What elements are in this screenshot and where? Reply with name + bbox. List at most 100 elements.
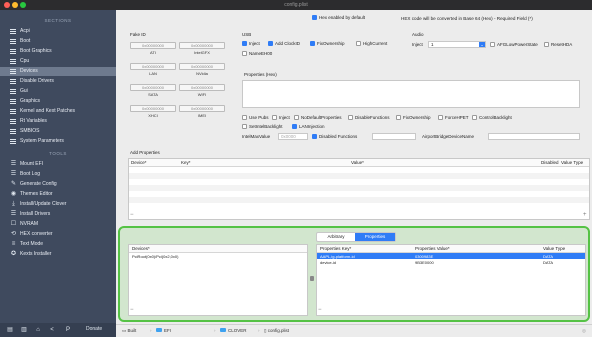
install-icon: ⤓ [12,201,15,207]
breadcrumb-clover[interactable]: CLOVER [220,328,247,333]
airport-bridge-input[interactable] [488,133,580,140]
document-icon[interactable]: ▥ [20,326,28,334]
tool-generate-config[interactable]: ✎ Generate Config [0,180,116,189]
list-icon [10,59,16,64]
sidebar-item-graphics[interactable]: Graphics [0,97,116,106]
column-key[interactable]: Key* [181,160,191,165]
usb-inject-checkbox[interactable]: Inject [242,40,260,47]
add-properties-table[interactable]: Device* Key* Value* Disabled Value Type … [128,158,590,220]
option-fix-ownership-checkbox[interactable]: FixOwnership [396,114,431,121]
option-control-backlight-checkbox[interactable]: ControlBacklight [472,114,512,121]
clipboard-icon[interactable]: ▤ [6,326,14,334]
column-properties-value[interactable]: Properties Value* [415,246,450,251]
checkbox-box [438,115,443,120]
column-disabled[interactable]: Disabled [541,160,559,165]
fake-id-nvidia-field[interactable]: 0x00000000 [179,63,225,70]
remove-device-button[interactable]: − [130,307,134,313]
devices-table[interactable]: Devices* PciRoot(0x0)/Pci(0x2,0x0) − [128,244,308,316]
sidebar-item-boot-graphics[interactable]: Boot Graphics [0,47,116,56]
info-icon[interactable]: ◎ [582,328,586,334]
tool-install-update-clover[interactable]: ⤓ Install/Update Clover [0,200,116,209]
fake-id-intelgfx-field[interactable]: 0x00000000 [179,42,225,49]
option-disable-functions-checkbox[interactable]: DisableFunctions [348,114,390,121]
sidebar-item-cpu[interactable]: Cpu [0,57,116,66]
property-type: DATA [543,259,554,265]
tool-boot-log[interactable]: ☰ Boot Log [0,170,116,179]
checkbox-box [242,41,247,46]
checkbox-box [312,15,317,20]
tool-text-mode[interactable]: ≡ Text Mode [0,240,116,249]
column-value-type[interactable]: Value Type [543,246,565,251]
usb-fix-ownership-checkbox[interactable]: FixOwnership [310,40,345,47]
usb-add-clockid-checkbox[interactable]: Add ClockID [268,40,300,47]
sidebar-item-smbios[interactable]: SMBIOS [0,127,116,136]
tab-arbitrary[interactable]: Arbitrary [317,233,355,241]
breadcrumb-config[interactable]: ▯ config.plist [264,328,289,334]
breadcrumb-root[interactable]: ▭ Built [122,328,136,334]
device-properties-table[interactable]: Properties Key* Properties Value* Value … [316,244,586,316]
fake-id-ati-field[interactable]: 0x00000000 [130,42,176,49]
sidebar-item-acpi[interactable]: Acpi [0,27,116,36]
paypal-icon[interactable]: P [64,326,72,334]
sidebar-item-disable-drivers[interactable]: Disable Drivers [0,77,116,86]
disabled-functions-input[interactable] [372,133,416,140]
tool-nvram[interactable]: ☐ NVRAM [0,220,116,229]
option-force-hpet-checkbox[interactable]: ForceHPET [438,114,469,121]
table-row[interactable]: device-id 9B3E0000 DATA [317,259,585,265]
properties-hex-textarea[interactable] [242,80,580,108]
option-no-default-properties-checkbox[interactable]: NoDefaultProperties [294,114,342,121]
tool-install-drivers[interactable]: ☰ Install Drivers [0,210,116,219]
option-inject-checkbox[interactable]: Inject [272,114,290,121]
option-use-pubs-checkbox[interactable]: Use Pubs [242,114,269,121]
option-set-intel-backlight-checkbox[interactable]: SetIntelBacklight [242,123,283,130]
home-icon[interactable]: ⌂ [34,326,42,334]
table-row[interactable] [129,185,589,191]
path-bar: ▭ Built › EFI › CLOVER › ▯ config.plist … [116,324,592,337]
column-properties-key[interactable]: Properties Key* [320,246,351,251]
tool-kexts-installer[interactable]: ✪ Kexts Installer [0,250,116,259]
breadcrumb-efi[interactable]: EFI [156,328,171,333]
tool-themes-editor[interactable]: ◉ Themes Editor [0,190,116,199]
share-icon[interactable]: < [48,326,56,334]
fake-id-xhci-label: XHCI [148,113,158,118]
window-title: config.plist [284,2,308,8]
column-value-type[interactable]: Value Type [561,160,583,165]
donate-link[interactable]: Donate [86,326,102,332]
add-row-button[interactable]: + [583,212,587,218]
tool-mount-efi[interactable]: ☰ Mount EFI [0,160,116,169]
remove-row-button[interactable]: − [130,212,134,218]
table-row[interactable]: PciRoot(0x0)/Pci(0x2,0x0) [129,253,307,259]
checkbox-box [242,51,247,56]
option-lan-injection-checkbox[interactable]: LANInjection [292,123,325,130]
checkbox-box [242,115,247,120]
audio-afg-low-power-checkbox[interactable]: AFGLowPowerState [490,41,538,48]
audio-inject-select[interactable]: 1 ⌄ [428,41,486,48]
disabled-functions-checkbox[interactable]: Disabled Functions [312,133,357,140]
sidebar-item-devices[interactable]: Devices [0,67,116,76]
table-row[interactable] [129,173,589,179]
usb-name-ehci-checkbox[interactable]: NameEH00 [242,50,272,57]
fake-id-wifi-field[interactable]: 0x00000000 [179,84,225,91]
fake-id-imei-field[interactable]: 0x00000000 [179,105,225,112]
sidebar-item-gui[interactable]: Gui [0,87,116,96]
table-row[interactable] [129,197,589,203]
splitter-handle[interactable] [310,276,314,281]
intel-max-value-input[interactable]: 0x0000 [278,133,308,140]
column-devices[interactable]: Devices* [132,246,150,251]
sidebar-item-boot[interactable]: Boot [0,37,116,46]
fake-id-lan-field[interactable]: 0x00000000 [130,63,176,70]
column-device[interactable]: Device* [131,160,147,165]
column-value[interactable]: Value* [351,160,364,165]
fake-id-xhci-field[interactable]: 0x00000000 [130,105,176,112]
sidebar-item-rt-variables[interactable]: Rt Variables [0,117,116,126]
remove-property-button[interactable]: − [318,307,322,313]
hex-enabled-checkbox[interactable]: Hex enabled by default [312,14,365,21]
usb-high-current-checkbox[interactable]: HighCurrent [356,40,387,47]
sidebar-item-system-parameters[interactable]: System Parameters [0,137,116,146]
tab-properties[interactable]: Properties [355,233,395,241]
fake-id-sata-field[interactable]: 0x00000000 [130,84,176,91]
sidebar-item-kernel-kext-patches[interactable]: Kernel and Kext Patches [0,107,116,116]
tool-hex-converter[interactable]: ⟲ HEX converter [0,230,116,239]
table-header: Properties Key* Properties Value* Value … [317,245,585,253]
audio-reset-hda-checkbox[interactable]: ResetHDA [544,41,572,48]
